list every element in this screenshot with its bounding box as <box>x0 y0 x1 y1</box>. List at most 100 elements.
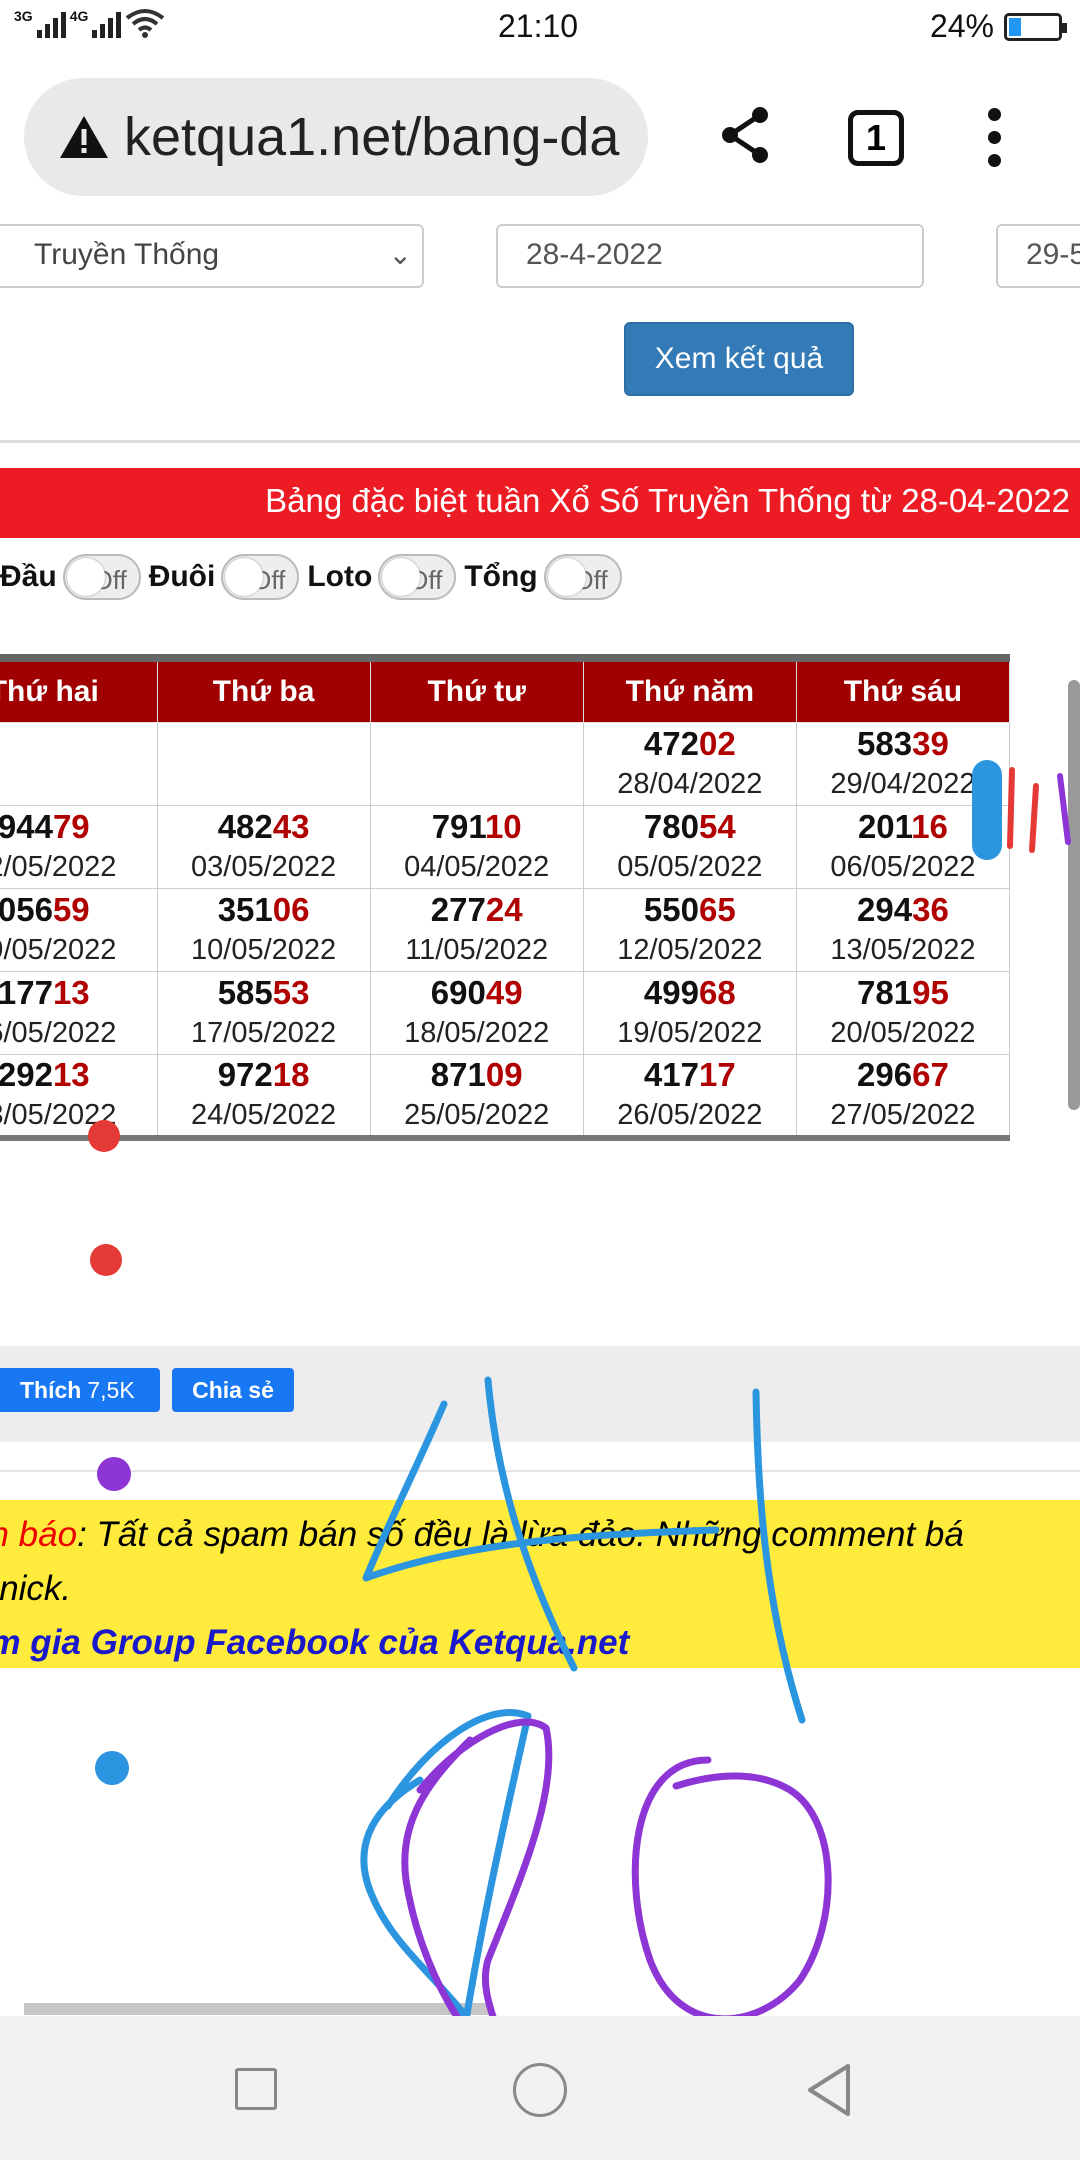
wifi-icon <box>126 9 165 38</box>
result-cell: 69049 18/05/2022 <box>369 970 584 1055</box>
result-date: 09/05/2022 <box>0 933 117 966</box>
table-row: 47202 28/04/2022 58339 29/04/2022 <box>0 721 1011 806</box>
date-from-field[interactable]: 28-4-2022 <box>496 224 924 288</box>
result-cell: 48243 03/05/2022 <box>156 804 371 889</box>
result-number-prefix: 585 <box>217 973 273 1011</box>
facebook-like-button[interactable]: Thích 7,5K <box>0 1368 160 1412</box>
result-number-prefix: 690 <box>430 973 486 1011</box>
horizontal-scrollbar[interactable] <box>24 2003 492 2015</box>
result-number: 29213 <box>0 1055 157 1095</box>
lottery-type-value: Truyền Thống <box>34 238 220 271</box>
toggle-dau[interactable]: Off <box>62 554 141 600</box>
toggle-tong[interactable]: Off <box>543 554 622 600</box>
url-text[interactable]: ketqua1.net/bang-da <box>124 106 619 168</box>
result-date: 23/05/2022 <box>0 1098 117 1131</box>
result-number-suffix: 65 <box>698 890 736 928</box>
column-header: Thứ hai <box>0 657 158 723</box>
toggle-duoi[interactable]: Off <box>221 554 300 600</box>
result-number-suffix: 79 <box>52 807 90 845</box>
result-number: 69049 <box>371 973 583 1013</box>
special-prize-table: Thứ hai Thứ ba Thứ tư Thứ năm Thứ sáu 47… <box>0 654 1011 1141</box>
result-number-suffix: 95 <box>912 973 949 1011</box>
result-number-prefix: 972 <box>217 1055 273 1093</box>
result-number: 87109 <box>371 1055 583 1095</box>
more-icon[interactable] <box>988 108 1002 168</box>
result-number: 58339 <box>797 724 1009 764</box>
recent-apps-icon[interactable] <box>235 2068 277 2110</box>
result-number: 78195 <box>797 973 1009 1013</box>
result-cell: 55065 12/05/2022 <box>582 887 797 972</box>
toggle-label-dau: Đầu <box>0 560 57 593</box>
filter-toggles: Đầu Off Đuôi Off Loto Off Tổng Off <box>0 552 630 602</box>
table-header-row: Thứ hai Thứ ba Thứ tư Thứ năm Thứ sáu <box>0 657 1011 723</box>
result-number-prefix: 177 <box>0 973 53 1011</box>
result-cell: 79110 04/05/2022 <box>369 804 584 889</box>
result-number-suffix: 13 <box>52 1055 90 1093</box>
notice-line-2: n nick. <box>0 1569 72 1608</box>
home-icon[interactable] <box>513 2063 567 2117</box>
result-cell: 78054 05/05/2022 <box>582 804 797 889</box>
result-number-prefix: 781 <box>857 973 913 1011</box>
table-title-banner: Bảng đặc biệt tuần Xổ Số Truyền Thống từ… <box>0 468 1080 538</box>
result-number-prefix: 780 <box>643 807 699 845</box>
share-icon[interactable] <box>720 105 772 165</box>
result-number: 29667 <box>797 1055 1009 1095</box>
table-row: 9447902/05/20224824303/05/20227911004/05… <box>0 804 1011 889</box>
table-body: 4720228/04/20225833929/04/20229447902/05… <box>0 721 1011 1138</box>
result-number-prefix: 294 <box>857 890 913 928</box>
clock: 21:10 <box>498 8 579 44</box>
result-number-suffix: 39 <box>912 724 949 762</box>
lottery-type-select[interactable]: Truyền Thống ⌄ <box>0 224 424 288</box>
result-number-suffix: 02 <box>698 724 736 762</box>
result-number-suffix: 18 <box>272 1055 310 1093</box>
result-number-prefix: 417 <box>643 1055 699 1093</box>
date-to-field[interactable]: 29-5 <box>996 224 1080 288</box>
result-number-prefix: 277 <box>430 890 486 928</box>
result-date: 28/04/2022 <box>617 767 763 800</box>
result-date: 17/05/2022 <box>191 1016 337 1049</box>
view-results-button[interactable]: Xem kết quả <box>624 322 854 396</box>
toggle-loto[interactable]: Off <box>378 554 457 600</box>
social-bar <box>0 1346 1080 1442</box>
facebook-group-link[interactable]: am gia Group Facebook của Ketqua.net <box>0 1616 1080 1670</box>
divider <box>0 440 1080 443</box>
result-number-suffix: 06 <box>272 890 310 928</box>
battery-percent: 24% <box>929 8 994 44</box>
result-number-suffix: 43 <box>272 807 310 845</box>
result-cell: 29436 13/05/2022 <box>795 887 1011 972</box>
tabs-icon[interactable]: 1 <box>848 110 904 166</box>
chevron-down-icon: ⌄ <box>388 239 412 270</box>
battery-indicator: 24% <box>929 8 1067 45</box>
result-date: 18/05/2022 <box>404 1016 550 1049</box>
result-number-prefix: 201 <box>857 807 912 845</box>
facebook-share-button[interactable]: Chia sẻ <box>172 1368 294 1412</box>
result-number: 55065 <box>584 890 796 930</box>
result-number: 47202 <box>584 724 796 764</box>
signal-indicators: 3G 4G <box>14 8 165 38</box>
signal-bars-icon <box>36 10 66 38</box>
result-date: 19/05/2022 <box>617 1016 763 1049</box>
result-cell: 58339 29/04/2022 <box>795 721 1011 806</box>
result-number: 29436 <box>797 890 1009 930</box>
result-number-suffix: 16 <box>911 807 948 845</box>
address-bar[interactable]: ketqua1.net/bang-da <box>24 78 648 196</box>
result-number-prefix: 871 <box>430 1055 486 1093</box>
vertical-scrollbar[interactable] <box>1068 680 1080 1110</box>
table-row: 2921323/05/20229721824/05/20228710925/05… <box>0 1053 1011 1138</box>
notice-warning-word: nh báo <box>0 1515 78 1554</box>
browser-toolbar: ketqua1.net/bang-da 1 <box>0 60 1080 220</box>
result-date: 16/05/2022 <box>0 1016 117 1049</box>
result-number: 49968 <box>584 973 796 1013</box>
warning-icon[interactable] <box>58 114 110 160</box>
result-number: 05659 <box>0 890 157 930</box>
result-number-suffix: 49 <box>485 973 523 1011</box>
result-number: 94479 <box>0 807 157 847</box>
back-icon[interactable] <box>806 2062 852 2118</box>
like-count: 7,5K <box>87 1377 135 1403</box>
result-date: 29/04/2022 <box>830 767 976 800</box>
toggle-label-loto: Loto <box>307 560 373 593</box>
result-number-prefix: 550 <box>643 890 699 928</box>
result-number-prefix: 944 <box>0 807 53 845</box>
signal-bars-icon <box>92 10 122 38</box>
column-header: Thứ sáu <box>795 657 1011 723</box>
